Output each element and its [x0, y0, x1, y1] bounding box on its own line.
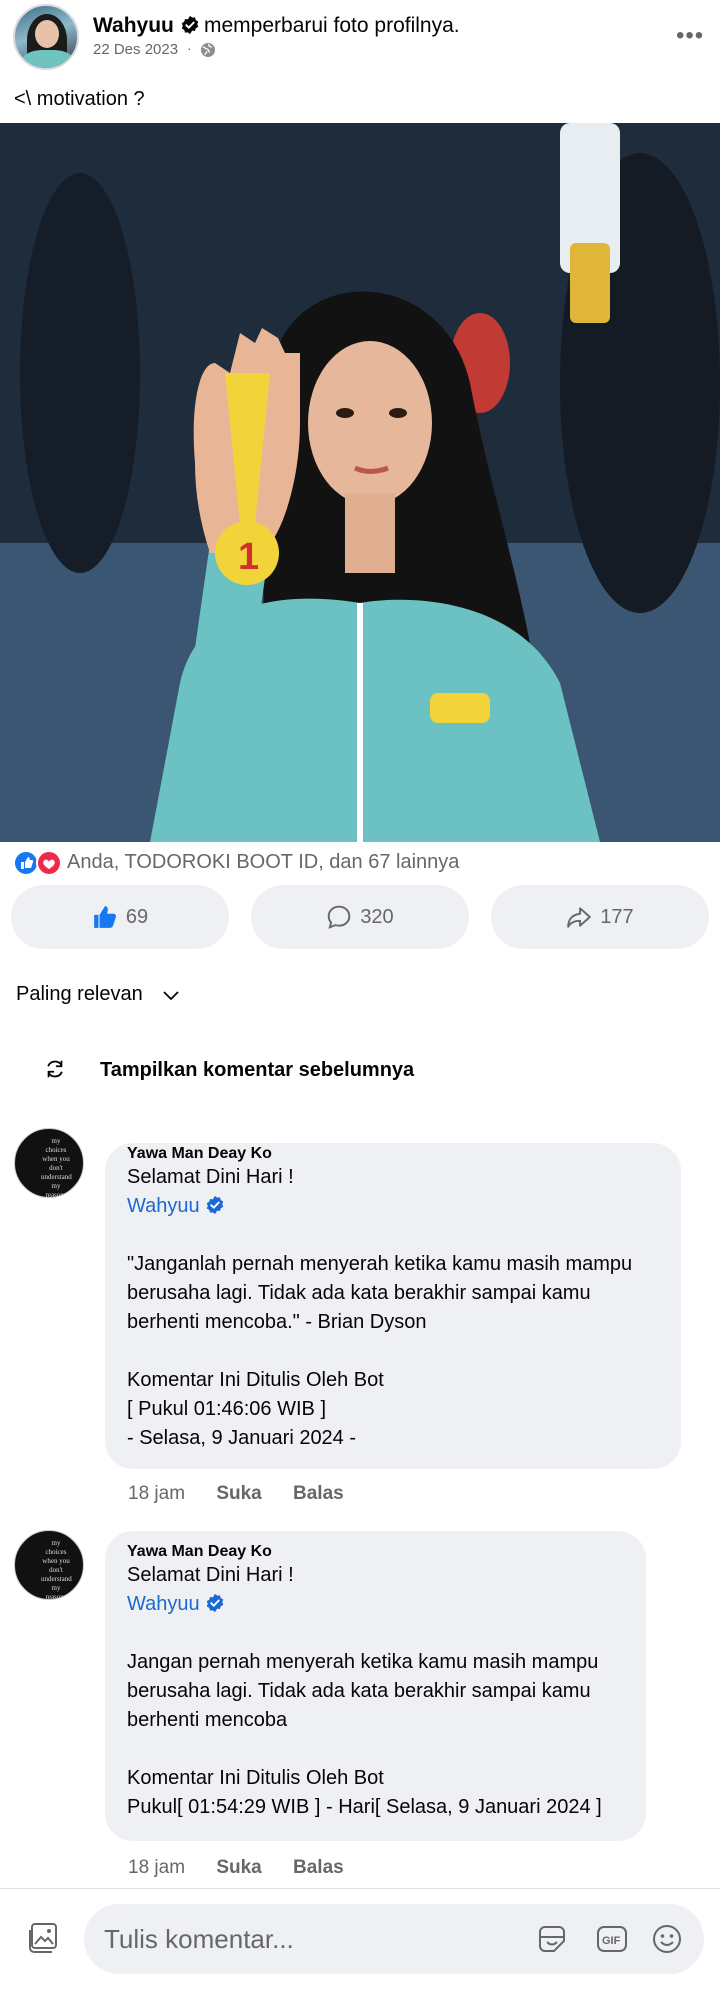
comment-meta: 18 jam Suka Balas: [128, 1483, 344, 1505]
comment-text-line: berusaha lagi. Tidak ada kata berakhir s…: [127, 1282, 591, 1304]
composer-divider: [0, 1888, 720, 1889]
author-name[interactable]: Wahyuu: [93, 14, 200, 38]
refresh-icon[interactable]: [44, 1058, 66, 1080]
comment-greeting: Selamat Dini Hari !: [127, 1564, 294, 1586]
share-count: 177: [600, 905, 634, 928]
like-button[interactable]: 69: [11, 885, 229, 949]
load-previous-comments[interactable]: Tampilkan komentar sebelumnya: [100, 1059, 414, 1082]
comment-icon: [328, 905, 351, 929]
photo-icon[interactable]: [26, 1922, 60, 1954]
commenter-avatar[interactable]: my choices when you don't understand my …: [14, 1530, 84, 1600]
comment-author[interactable]: Yawa Man Deay Ko: [127, 1145, 659, 1163]
comment-text-line: Pukul[ 01:54:29 WIB ] - Hari[ Selasa, 9 …: [127, 1796, 602, 1818]
author-avatar[interactable]: [13, 4, 79, 70]
sticker-icon[interactable]: [535, 1922, 569, 1956]
author-name-text[interactable]: Wahyuu: [93, 14, 174, 37]
comment-like-button[interactable]: Suka: [216, 1483, 261, 1504]
comment-text-line: berusaha lagi. Tidak ada kata berakhir s…: [127, 1680, 591, 1702]
comment-text-line: [ Pukul 01:46:06 WIB ]: [127, 1398, 326, 1420]
post-action-text: memperbarui foto profilnya.: [204, 14, 460, 37]
comment-time[interactable]: 18 jam: [128, 1483, 185, 1504]
comment-input-placeholder[interactable]: Tulis komentar...: [104, 1924, 294, 1955]
comment-time[interactable]: 18 jam: [128, 1857, 185, 1878]
verified-badge-icon: [206, 1195, 224, 1215]
emoji-icon[interactable]: [651, 1923, 683, 1955]
dot-separator: ·: [187, 40, 192, 56]
comment-bubble[interactable]: Yawa Man Deay Ko Selamat Dini Hari ! Wah…: [105, 1531, 646, 1841]
thumbs-up-icon: [94, 906, 116, 928]
comment-text-line: Komentar Ini Ditulis Oleh Bot: [127, 1767, 384, 1789]
reaction-icons[interactable]: [13, 850, 65, 876]
comment-text-line: berhenti mencoba: [127, 1709, 288, 1731]
comment-sort-dropdown[interactable]: Paling relevan: [16, 983, 180, 1006]
post-photo[interactable]: 1: [0, 123, 720, 842]
avatar-text: my choices when you don't understand my …: [41, 1539, 72, 1600]
gif-icon-glyph: GIF: [602, 1935, 621, 1947]
mention-text[interactable]: Wahyuu: [127, 1593, 200, 1615]
comment-reply-button[interactable]: Balas: [293, 1857, 344, 1878]
more-icon[interactable]: •••: [676, 22, 704, 50]
svg-text:1: 1: [238, 536, 259, 578]
commenter-avatar[interactable]: my choices when you don't understand my …: [14, 1128, 84, 1198]
chevron-down-icon: [163, 991, 179, 1000]
verified-badge-icon: [181, 15, 198, 35]
post-date[interactable]: 22 Des 2023: [93, 41, 178, 58]
globe-icon: [201, 43, 215, 57]
comment-like-button[interactable]: Suka: [216, 1857, 261, 1878]
comment-text-line: "Janganlah pernah menyerah ketika kamu m…: [127, 1253, 633, 1275]
comment-bubble[interactable]: Yawa Man Deay Ko Selamat Dini Hari ! Wah…: [105, 1143, 681, 1469]
like-count: 69: [125, 905, 149, 928]
avatar-text: my choices when you don't understand my …: [41, 1137, 72, 1198]
comment-count: 320: [360, 905, 394, 928]
comment-text-line: Komentar Ini Ditulis Oleh Bot: [127, 1369, 384, 1391]
profile-photo-illustration: 1: [0, 123, 720, 842]
mention-text[interactable]: Wahyuu: [127, 1195, 200, 1217]
share-icon: [567, 907, 592, 928]
gif-icon[interactable]: GIF: [596, 1924, 628, 1954]
sort-label: Paling relevan: [16, 983, 143, 1005]
verified-badge-icon: [206, 1593, 224, 1613]
comment-greeting: Selamat Dini Hari !: [127, 1166, 294, 1188]
comment-mention[interactable]: Wahyuu: [127, 1590, 624, 1619]
comment-mention[interactable]: Wahyuu: [127, 1192, 659, 1221]
comment-button[interactable]: 320: [251, 885, 469, 949]
post-caption: <\ motivation ?: [14, 88, 145, 110]
comment-text-line: berhenti mencoba." - Brian Dyson: [127, 1311, 427, 1333]
comment-text-line: Jangan pernah menyerah ketika kamu masih…: [127, 1651, 599, 1673]
comment-reply-button[interactable]: Balas: [293, 1483, 344, 1504]
reactions-summary[interactable]: Anda, TODOROKI BOOT ID, dan 67 lainnya: [67, 851, 459, 874]
share-button[interactable]: 177: [491, 885, 709, 949]
comment-text-line: - Selasa, 9 Januari 2024 -: [127, 1427, 357, 1449]
comment-author[interactable]: Yawa Man Deay Ko: [127, 1543, 624, 1561]
comment-meta: 18 jam Suka Balas: [128, 1857, 344, 1879]
